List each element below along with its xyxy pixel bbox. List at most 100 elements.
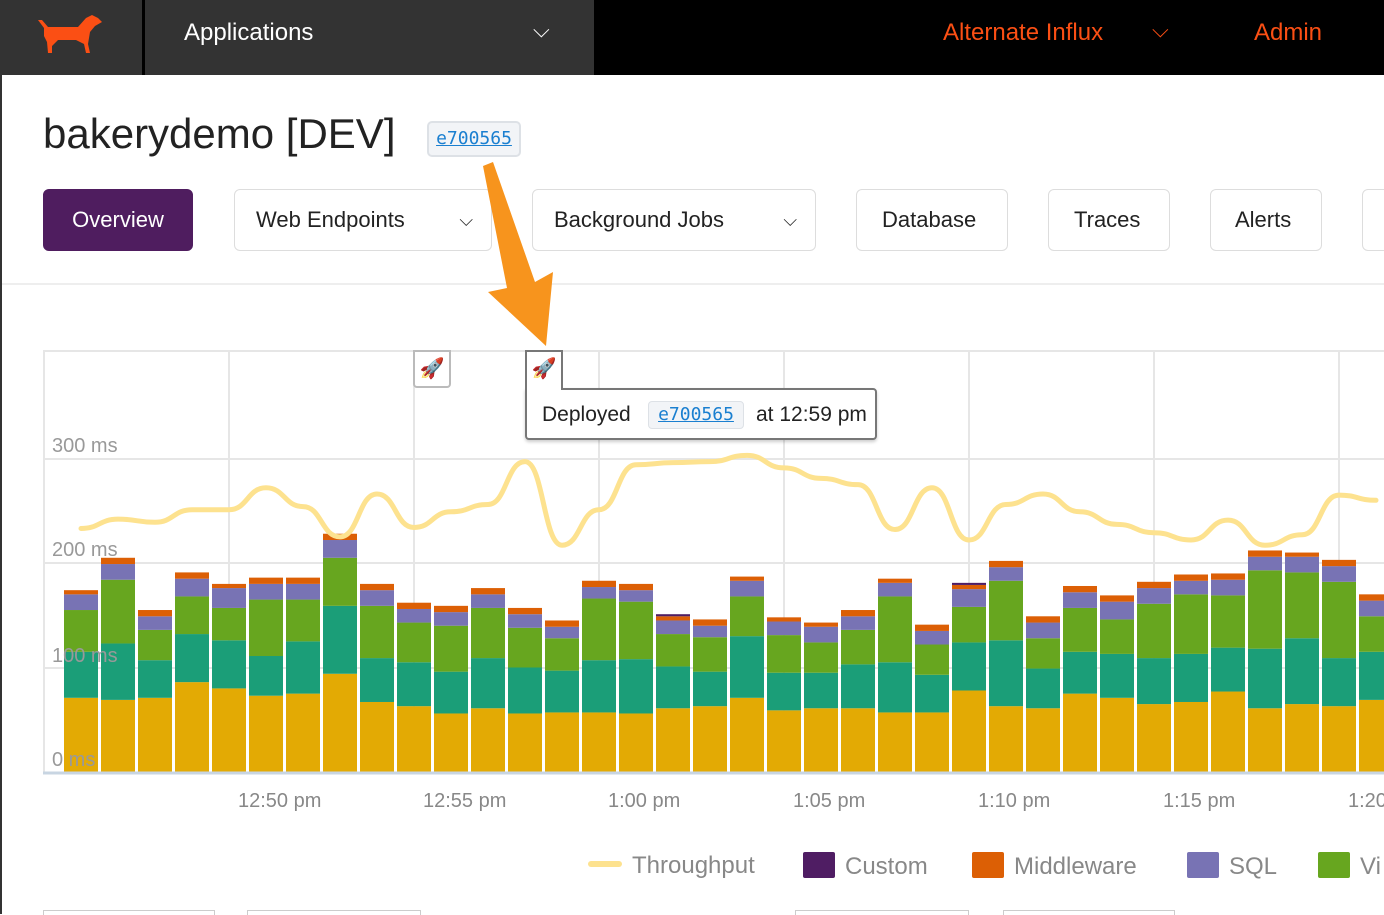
bar-segment [323,605,357,674]
bar-segment [841,610,875,617]
bar-segment [1063,592,1097,608]
bar-segment [619,659,653,714]
bar-segment [804,626,838,643]
admin-link[interactable]: Admin [1254,19,1322,47]
bar-segment [64,590,98,595]
bar-segment [1322,581,1356,659]
bar-segment [138,610,172,617]
bar-segment [1174,594,1208,654]
bar-segment [397,622,431,663]
bar-segment [1211,579,1245,596]
bar-segment [1285,552,1319,557]
bar-segment [397,706,431,772]
bar-segment [1026,616,1060,623]
bar-segment [508,713,542,772]
tooltip-sha-link[interactable]: e700565 [648,401,744,429]
bar-segment [101,564,135,580]
chevron-down-icon[interactable]: ⌵ [1152,17,1169,43]
bar-segment [915,624,949,631]
bar-segment [767,621,801,636]
bar-segment [360,701,394,772]
bar-segment [730,596,764,637]
bar-segment [1026,622,1060,639]
bar-segment [1137,658,1171,705]
bar-segment [915,712,949,772]
bar-segment [1174,580,1208,595]
bar-segment [397,662,431,707]
bar-segment [1285,556,1319,573]
bar-segment [1100,697,1134,772]
bar-segment [952,584,986,590]
applications-dropdown[interactable]: Applications ⌵ [145,0,594,75]
rocket-icon: 🚀 [419,358,445,380]
legend-item-throughput[interactable]: Throughput [588,852,755,880]
bar-segment [1100,601,1134,620]
bar-segment [767,617,801,622]
bar-segment [915,644,949,675]
bar-segment [804,622,838,627]
panel-edge [1003,910,1175,915]
bar-segment [1248,648,1282,709]
bar-segment [1026,638,1060,669]
bar-segment [730,697,764,772]
bar-segment [693,671,727,707]
legend-label: Vi [1360,853,1381,880]
bar-segment [101,699,135,772]
tab-label: Overview [72,207,164,232]
bar-segment [989,640,1023,707]
bar-segment [1359,651,1384,700]
x-tick-label: 1:05 pm [793,790,866,812]
bar-segment [619,713,653,772]
environment-dropdown[interactable]: Alternate Influx [943,19,1103,47]
bar-segment [1174,574,1208,581]
bar-segment [878,596,912,663]
y-tick-label: 100 ms [52,645,118,667]
bar-segment [471,588,505,595]
legend-item-sql[interactable]: SQL [1187,852,1277,881]
bar-segment [64,594,98,611]
tab-more[interactable] [1362,189,1384,251]
tab-web-endpoints[interactable]: Web Endpoints ⌵ [234,189,492,251]
tab-overview[interactable]: Overview [43,189,193,251]
x-tick-label: 12:55 pm [423,790,507,812]
bar-segment [138,660,172,698]
tab-label: Background Jobs [554,207,724,232]
rocket-icon: 🚀 [531,358,557,380]
bar-segment [471,708,505,772]
tab-traces[interactable]: Traces [1048,189,1170,251]
tab-database[interactable]: Database [856,189,1008,251]
bar-segment [804,672,838,709]
tab-alerts[interactable]: Alerts [1210,189,1322,251]
bar-segment [1248,550,1282,557]
legend-item-custom[interactable]: Custom [803,852,928,881]
bar-segment [767,635,801,673]
bar-segment [434,605,468,613]
bar-segment [175,578,209,597]
bar-segment [693,619,727,626]
page-title: bakerydemo [DEV] [43,110,396,157]
bar-segment [138,629,172,661]
logo[interactable] [0,0,142,75]
bar-segment [434,713,468,772]
deploy-marker[interactable]: 🚀 [413,350,451,388]
bar-segment [212,583,246,589]
bar-segment [1174,653,1208,702]
commit-sha-link[interactable]: e700565 [427,121,521,157]
tab-background-jobs[interactable]: Background Jobs ⌵ [532,189,816,251]
legend-item-middleware[interactable]: Middleware [972,852,1137,881]
bar-segment [1100,619,1134,654]
bar-segment [582,598,616,661]
bar-segment [915,674,949,713]
chevron-down-icon: ⌵ [783,210,797,230]
panel-edge [795,910,969,915]
bar-segment [989,706,1023,772]
bar-segment [1063,585,1097,593]
y-tick-label: 300 ms [52,435,118,457]
deploy-marker-active[interactable]: 🚀 [525,350,563,390]
bar-segment [878,578,912,583]
bar-segment [323,673,357,772]
bar-segment [1359,600,1384,617]
bar-segment [582,587,616,599]
legend-item-view[interactable]: Vi [1318,852,1381,881]
bar-segment [360,590,394,606]
